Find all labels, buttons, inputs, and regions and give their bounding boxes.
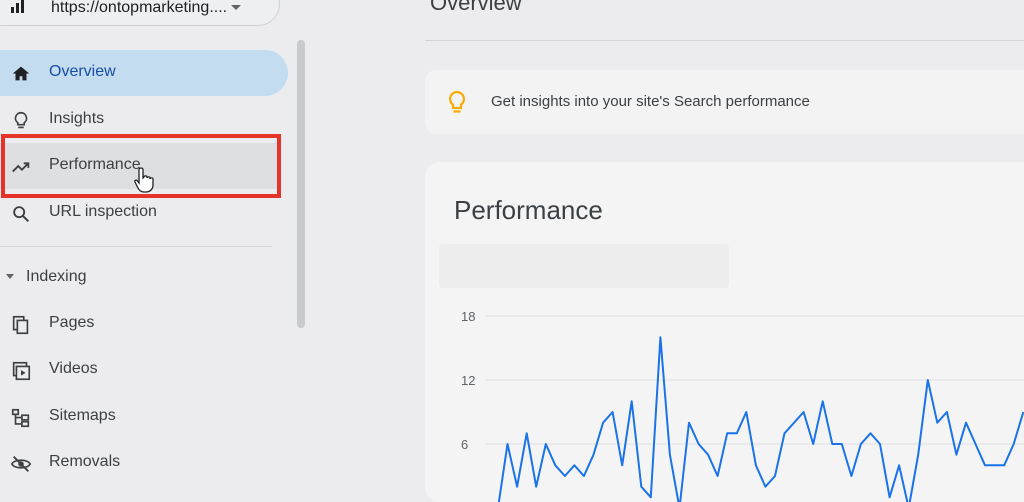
sidebar-item-url-inspection[interactable]: URL inspection [0, 190, 288, 236]
sidebar-item-label: URL inspection [49, 203, 157, 220]
performance-chart: 18 12 6 [461, 309, 1024, 502]
home-icon [12, 66, 30, 81]
caret-down-icon [6, 274, 14, 279]
sidebar-item-sitemaps[interactable]: Sitemaps [0, 394, 288, 440]
sidebar-divider [0, 246, 272, 247]
section-toggle-indexing[interactable]: Indexing [0, 262, 288, 294]
main-content: Overview Get insights into your site's S… [425, 0, 1024, 502]
pages-icon [12, 315, 29, 335]
sidebar-item-videos[interactable]: Videos [0, 347, 288, 393]
sidebar-item-label: Insights [49, 110, 105, 127]
sidebar-item-pages[interactable]: Pages [0, 301, 288, 347]
y-tick-label: 18 [461, 309, 475, 324]
title-divider [425, 40, 1024, 41]
sidebar: https://ontopmarketing.... Overview Insi… [0, 0, 305, 491]
search-icon [13, 206, 30, 223]
sidebar-item-label: Videos [49, 360, 98, 377]
y-tick-label: 6 [461, 437, 468, 452]
performance-card: Performance 18 12 6 [425, 162, 1024, 502]
sidebar-item-overview[interactable]: Overview [0, 50, 288, 96]
video-icon [12, 361, 31, 381]
insights-banner-text: Get insights into your site's Search per… [491, 93, 810, 110]
eye-off-icon [10, 456, 32, 472]
series-line-0 [497, 336, 1024, 502]
page-title: Overview [430, 0, 522, 15]
sidebar-scrollbar[interactable] [297, 40, 305, 328]
y-tick-label: 12 [461, 373, 475, 388]
sidebar-item-label: Pages [49, 314, 95, 331]
sidebar-item-label: Sitemaps [49, 407, 116, 424]
sidebar-item-label: Removals [49, 453, 121, 470]
property-selector[interactable]: https://ontopmarketing.... [0, 0, 280, 26]
sitemap-icon [11, 408, 30, 428]
sidebar-item-removals[interactable]: Removals [0, 440, 288, 486]
lightbulb-icon [14, 111, 28, 129]
insights-banner[interactable]: Get insights into your site's Search per… [425, 70, 1024, 134]
chevron-down-icon[interactable] [231, 5, 241, 10]
lightbulb-icon [448, 90, 466, 113]
section-label: Indexing [26, 268, 87, 285]
bar-chart-icon [11, 0, 24, 13]
sidebar-item-label: Overview [49, 63, 116, 80]
property-url: https://ontopmarketing.... [51, 0, 228, 16]
